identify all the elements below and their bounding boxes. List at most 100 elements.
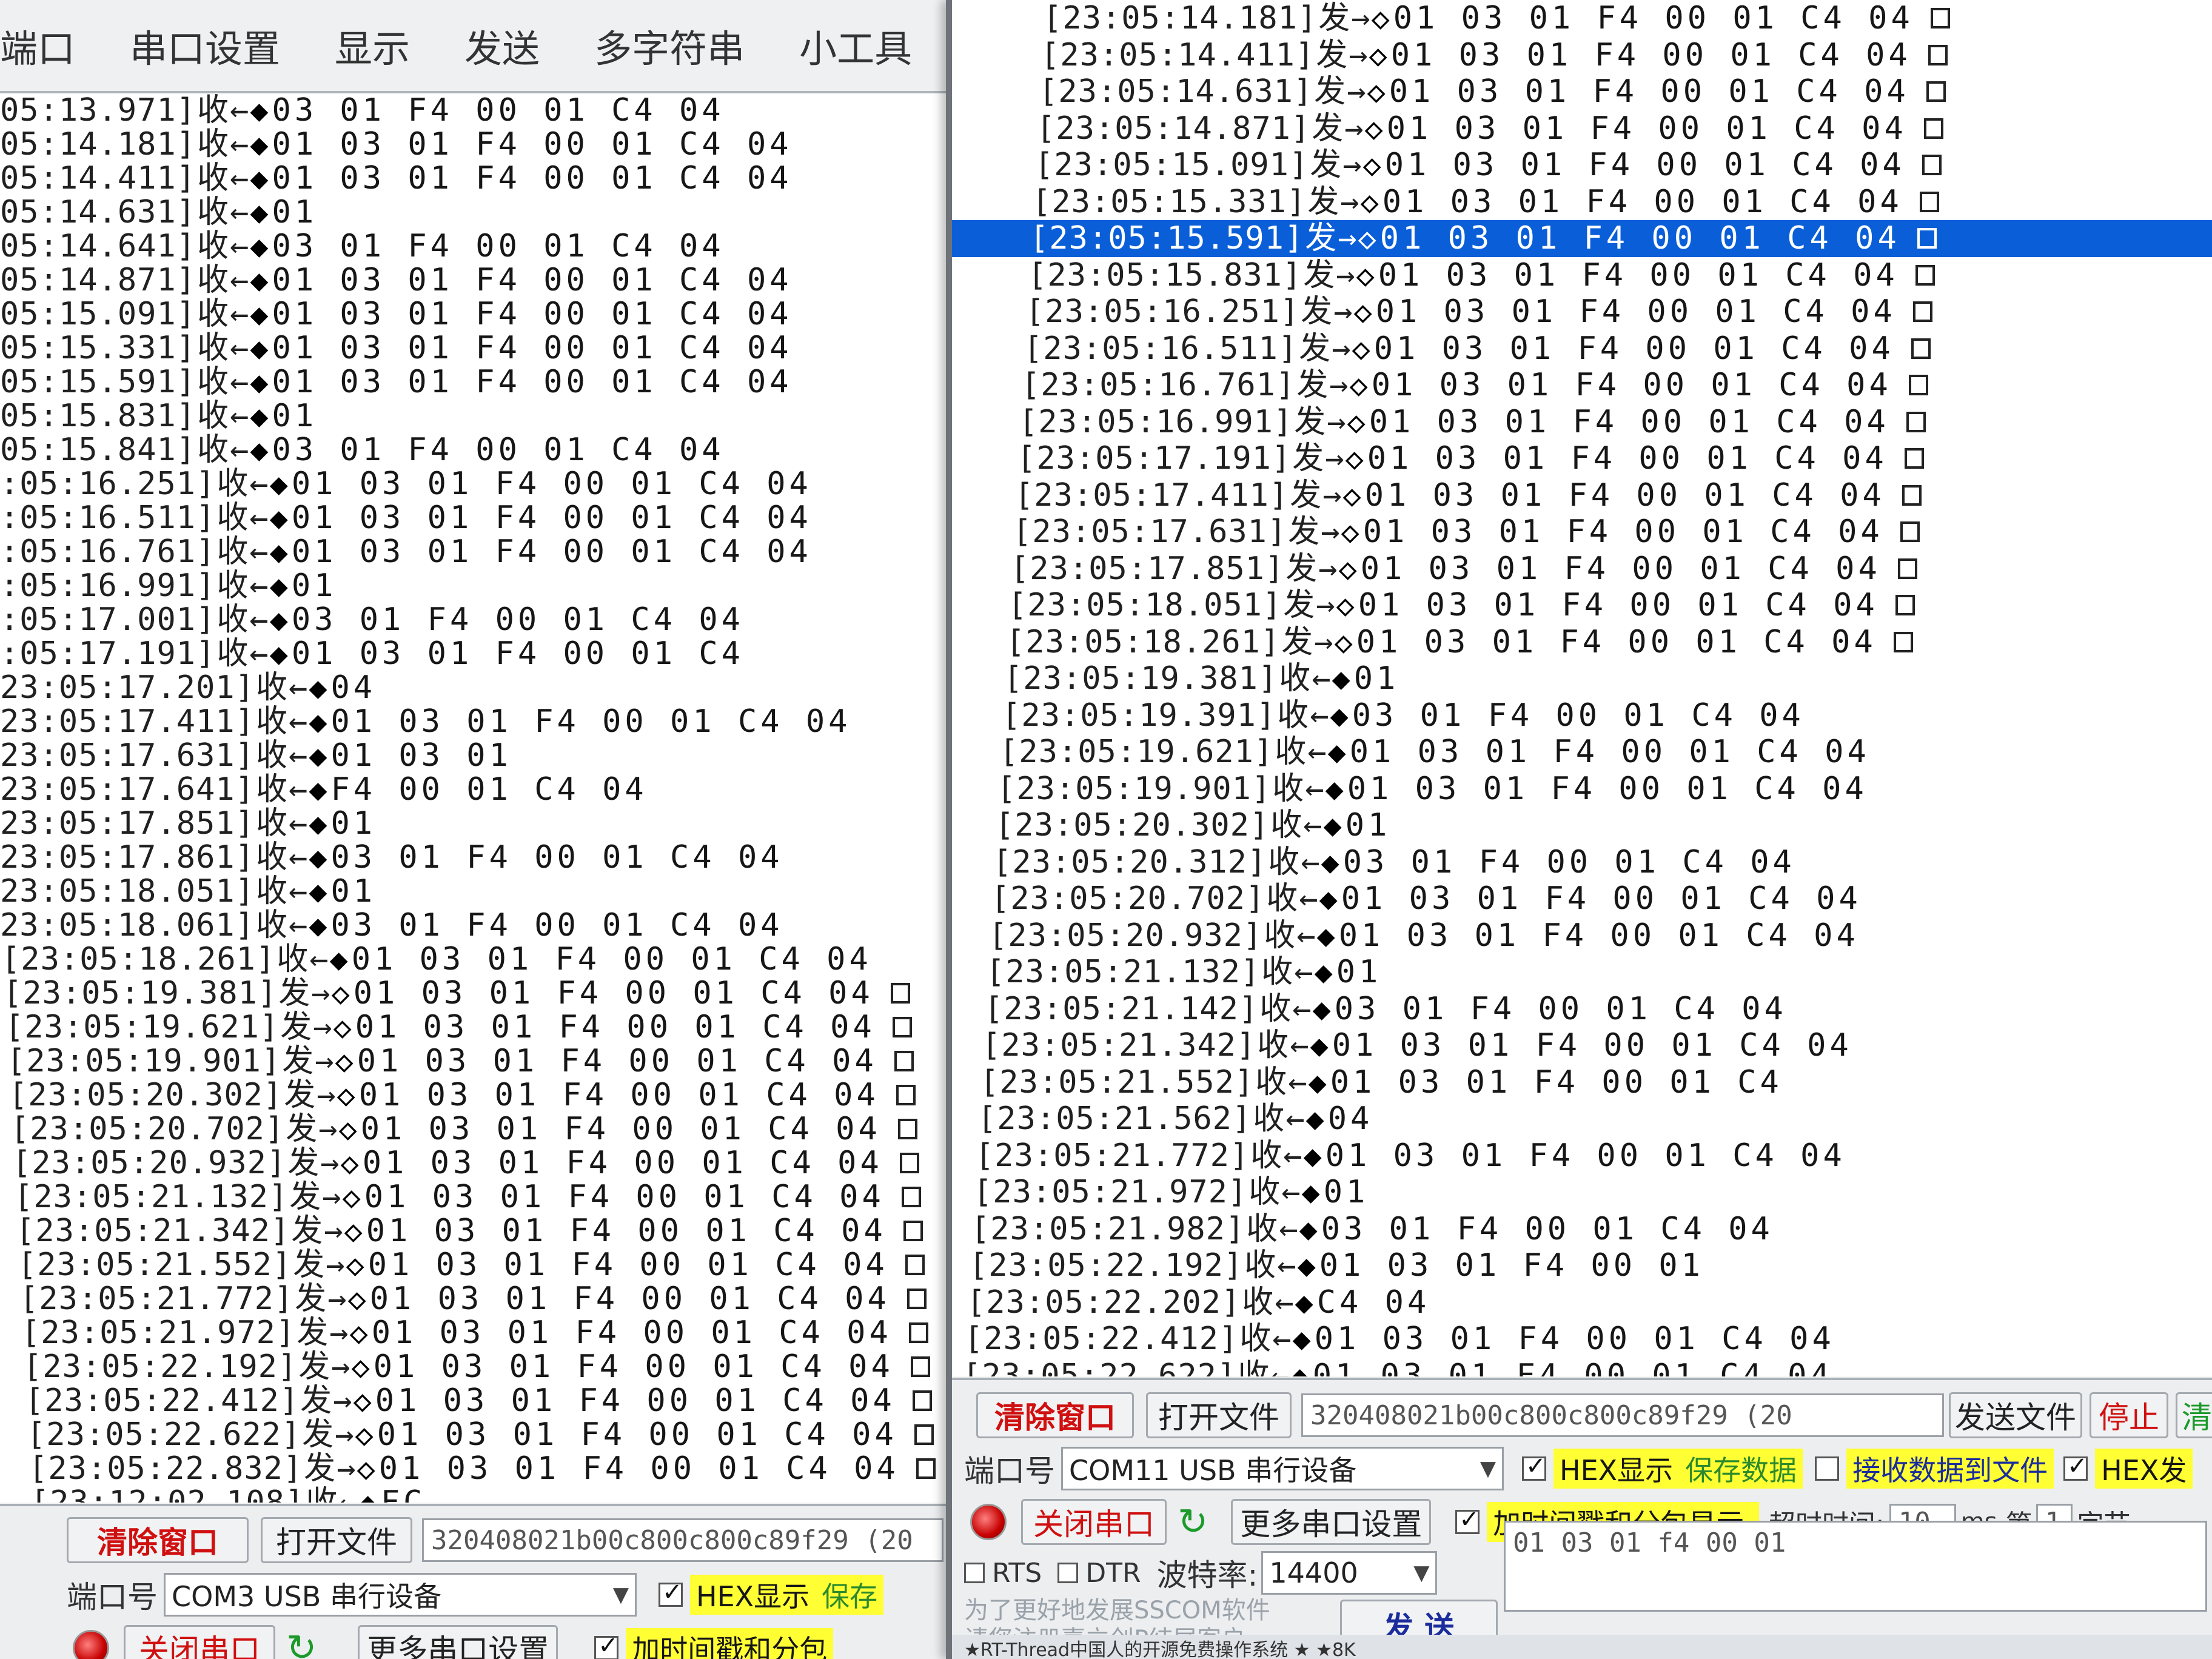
log-line[interactable]: 05:15.331] 收 ← ◆ 01 03 01 F4 00 01 C4 04 bbox=[0, 331, 982, 365]
log-line[interactable]: [23:05:21.132] 收 ← ◆ 01 bbox=[952, 954, 2212, 991]
clear-send-button[interactable]: 清发 bbox=[2176, 1392, 2212, 1438]
menu-port[interactable]: 端口 bbox=[0, 18, 75, 73]
file-path-field[interactable]: 320408021b00c800c800c89f29 (20 bbox=[422, 1518, 943, 1562]
log-line[interactable]: [23:05:15.331] 发 → ◇ 01 03 01 F4 00 01 C4 04 bbox=[952, 184, 2212, 221]
log-line[interactable]: [23:05:20.702] 发 → ◇ 01 03 01 F4 00 01 C4 04 bbox=[0, 1112, 982, 1146]
log-line[interactable]: :05:17.191] 收 ← ◆ 01 03 01 F4 00 01 C4 bbox=[0, 637, 982, 671]
log-line[interactable]: [23:05:15.831] 发 → ◇ 01 03 01 F4 00 01 C4 04 bbox=[952, 257, 2212, 294]
menu-tools[interactable]: 小工具 bbox=[799, 18, 912, 73]
log-line[interactable]: [23:05:16.511] 发 → ◇ 01 03 01 F4 00 01 C4 04 bbox=[952, 330, 2212, 367]
log-line[interactable]: [23:05:14.181] 发 → ◇ 01 03 01 F4 00 01 C4 04 bbox=[952, 0, 2212, 37]
log-checkbox[interactable] bbox=[1897, 558, 1917, 579]
log-line[interactable]: 05:14.631] 收 ← ◆ 01 bbox=[0, 195, 982, 229]
more-settings-button-right[interactable]: 更多串口设置 bbox=[1231, 1499, 1432, 1545]
baud-select[interactable]: 14400 ▼ bbox=[1261, 1551, 1438, 1595]
log-checkbox[interactable] bbox=[916, 1458, 936, 1479]
log-line[interactable]: 05:15.091] 收 ← ◆ 01 03 01 F4 00 01 C4 04 bbox=[0, 297, 982, 331]
log-line[interactable]: [23:05:20.702] 收 ← ◆ 01 03 01 F4 00 01 C4 04 bbox=[952, 880, 2212, 917]
log-checkbox[interactable] bbox=[892, 1017, 912, 1037]
file-path-field-right[interactable]: 320408021b00c800c800c89f29 (20 bbox=[1301, 1393, 1944, 1437]
log-line[interactable]: 23:05:17.411] 收 ← ◆ 01 03 01 F4 00 01 C4 04 bbox=[0, 705, 982, 739]
log-line[interactable]: [23:05:19.381] 发 → ◇ 01 03 01 F4 00 01 C4 04 bbox=[0, 976, 982, 1010]
receive-log[interactable]: 05:13.971] 收 ← ◆ 03 01 F4 00 01 C4 04 05:14.1… bbox=[0, 93, 982, 1503]
log-checkbox[interactable] bbox=[1908, 375, 1928, 396]
log-line[interactable]: [23:05:22.412] 收 ← ◆ 01 03 01 F4 00 01 C4 04 bbox=[952, 1321, 2212, 1358]
log-line[interactable]: [23:05:20.312] 收 ← ◆ 03 01 F4 00 01 C4 04 bbox=[952, 844, 2212, 881]
log-checkbox[interactable] bbox=[903, 1221, 923, 1241]
log-line[interactable]: [23:05:21.772] 发 → ◇ 01 03 01 F4 00 01 C4 04 bbox=[0, 1282, 982, 1316]
log-checkbox[interactable] bbox=[1923, 118, 1943, 139]
log-checkbox[interactable] bbox=[1926, 81, 1946, 102]
hex-send-checkbox[interactable] bbox=[2063, 1452, 2088, 1481]
log-checkbox[interactable] bbox=[1917, 228, 1937, 249]
log-line[interactable]: 23:05:17.201] 收 ← ◆ 04 bbox=[0, 671, 982, 705]
log-checkbox[interactable] bbox=[899, 1153, 919, 1173]
log-line[interactable]: 23:05:18.061] 收 ← ◆ 03 01 F4 00 01 C4 04 bbox=[0, 908, 982, 942]
more-settings-button[interactable]: 更多串口设置 bbox=[358, 1625, 558, 1659]
log-line[interactable]: [23:05:19.621] 收 ← ◆ 01 03 01 F4 00 01 C4 04 bbox=[952, 734, 2212, 771]
log-line[interactable]: [23:05:21.142] 收 ← ◆ 03 01 F4 00 01 C4 04 bbox=[952, 991, 2212, 1028]
receive-to-file-checkbox[interactable] bbox=[1815, 1456, 1840, 1481]
send-content-input[interactable]: 01 03 01 f4 00 01 bbox=[1504, 1521, 2207, 1612]
log-checkbox[interactable] bbox=[908, 1322, 928, 1343]
log-checkbox[interactable] bbox=[1919, 191, 1939, 212]
log-line[interactable]: :05:16.761] 收 ← ◆ 01 03 01 F4 00 01 C4 04 bbox=[0, 535, 982, 569]
log-line[interactable]: [23:05:18.261] 发 → ◇ 01 03 01 F4 00 01 C4 04 bbox=[952, 624, 2212, 661]
save-data-label-right[interactable]: 保存数据 bbox=[1679, 1449, 1803, 1489]
log-checkbox[interactable] bbox=[1928, 44, 1948, 65]
log-line[interactable]: [23:05:19.391] 收 ← ◆ 03 01 F4 00 01 C4 04 bbox=[952, 697, 2212, 734]
send-receive-log[interactable]: [23:05:14.181] 发 → ◇ 01 03 01 F4 00 01 C4 04… bbox=[952, 0, 2212, 1376]
open-file-button-right[interactable]: 打开文件 bbox=[1146, 1392, 1292, 1438]
timestamp-checkbox-right[interactable] bbox=[1455, 1506, 1480, 1534]
log-line[interactable]: [23:05:17.631] 发 → ◇ 01 03 01 F4 00 01 C4 04 bbox=[952, 514, 2212, 551]
log-line[interactable]: 05:14.181] 收 ← ◆ 01 03 01 F4 00 01 C4 04 bbox=[0, 127, 982, 161]
log-checkbox[interactable] bbox=[1912, 301, 1932, 323]
log-line[interactable]: 05:14.871] 收 ← ◆ 01 03 01 F4 00 01 C4 04 bbox=[0, 263, 982, 297]
log-checkbox[interactable] bbox=[890, 983, 910, 1004]
log-line[interactable]: [23:05:21.772] 收 ← ◆ 01 03 01 F4 00 01 C4 04 bbox=[952, 1138, 2212, 1175]
open-file-button[interactable]: 打开文件 bbox=[261, 1517, 412, 1563]
log-checkbox[interactable] bbox=[910, 1356, 930, 1377]
log-line[interactable]: [23:05:20.302] 收 ← ◆ 01 bbox=[952, 807, 2212, 844]
log-line[interactable]: [23:05:19.381] 收 ← ◆ 01 bbox=[952, 660, 2212, 697]
log-line[interactable]: 05:13.971] 收 ← ◆ 03 01 F4 00 01 C4 04 bbox=[0, 93, 982, 127]
log-line[interactable]: 05:14.411] 收 ← ◆ 01 03 01 F4 00 01 C4 04 bbox=[0, 161, 982, 195]
log-line[interactable]: [23:05:16.991] 发 → ◇ 01 03 01 F4 00 01 C4 04 bbox=[952, 404, 2212, 441]
log-line[interactable]: [23:05:18.051] 发 → ◇ 01 03 01 F4 00 01 C4 04 bbox=[952, 587, 2212, 624]
log-line[interactable]: [23:05:17.191] 发 → ◇ 01 03 01 F4 00 01 C4 04 bbox=[952, 440, 2212, 477]
log-line[interactable]: [23:05:21.972] 收 ← ◆ 01 bbox=[952, 1174, 2212, 1211]
log-line[interactable]: [23:05:15.591] 发 → ◇ 01 03 01 F4 00 01 C4 04 bbox=[952, 220, 2212, 257]
log-checkbox[interactable] bbox=[901, 1187, 921, 1207]
log-line[interactable]: [23:05:21.342] 收 ← ◆ 01 03 01 F4 00 01 C4 04 bbox=[952, 1027, 2212, 1064]
log-line[interactable]: [23:05:17.411] 发 → ◇ 01 03 01 F4 00 01 C4 04 bbox=[952, 477, 2212, 514]
log-line[interactable]: [23:05:22.622] 发 → ◇ 01 03 01 F4 00 01 C4 04 bbox=[0, 1418, 982, 1452]
rts-checkbox[interactable] bbox=[964, 1563, 985, 1583]
power-icon[interactable] bbox=[73, 1630, 109, 1659]
log-checkbox[interactable] bbox=[1906, 411, 1926, 432]
clear-window-button[interactable]: 清除窗口 bbox=[67, 1517, 249, 1563]
log-line[interactable]: :05:16.251] 收 ← ◆ 01 03 01 F4 00 01 C4 04 bbox=[0, 467, 982, 501]
log-line[interactable]: [23:05:14.411] 发 → ◇ 01 03 01 F4 00 01 C4 04 bbox=[952, 37, 2212, 74]
log-line[interactable]: :05:17.001] 收 ← ◆ 03 01 F4 00 01 C4 04 bbox=[0, 603, 982, 637]
save-data-label[interactable]: 保存 bbox=[816, 1575, 884, 1615]
power-icon[interactable] bbox=[970, 1504, 1007, 1540]
log-checkbox[interactable] bbox=[907, 1289, 927, 1309]
log-checkbox[interactable] bbox=[896, 1085, 916, 1105]
log-line[interactable]: [23:05:22.832] 发 → ◇ 01 03 01 F4 00 01 C4 04 bbox=[0, 1452, 982, 1486]
port-select-right[interactable]: COM11 USB 串行设备 ▼ bbox=[1061, 1447, 1504, 1490]
log-line[interactable]: [23:05:16.761] 发 → ◇ 01 03 01 F4 00 01 C4 04 bbox=[952, 367, 2212, 404]
log-line[interactable]: [23:05:21.342] 发 → ◇ 01 03 01 F4 00 01 C4 04 bbox=[0, 1214, 982, 1248]
close-port-button-right[interactable]: 关闭串口 bbox=[1021, 1499, 1167, 1545]
stop-button[interactable]: 停止 bbox=[2090, 1392, 2168, 1438]
log-line[interactable]: 23:05:18.051] 收 ← ◆ 01 bbox=[0, 874, 982, 908]
log-line[interactable]: [23:05:18.261] 收 ← ◆ 01 03 01 F4 00 01 C4 04 bbox=[0, 942, 982, 976]
log-line[interactable]: 23:05:17.851] 收 ← ◆ 01 bbox=[0, 806, 982, 840]
log-line[interactable]: [23:05:19.901] 发 → ◇ 01 03 01 F4 00 01 C4 04 bbox=[0, 1044, 982, 1078]
log-checkbox[interactable] bbox=[1904, 448, 1924, 469]
log-line[interactable]: :05:16.511] 收 ← ◆ 01 03 01 F4 00 01 C4 04 bbox=[0, 501, 982, 535]
log-line[interactable]: [23:05:20.932] 收 ← ◆ 01 03 01 F4 00 01 C4 04 bbox=[952, 917, 2212, 954]
port-select[interactable]: COM3 USB 串行设备 ▼ bbox=[164, 1573, 637, 1617]
log-checkbox[interactable] bbox=[914, 1424, 934, 1445]
news-ticker[interactable]: ★RT-Thread中国人的开源免费操作系统 ★ ★8K bbox=[952, 1635, 2212, 1659]
log-line[interactable]: 05:14.641] 收 ← ◆ 03 01 F4 00 01 C4 04 bbox=[0, 229, 982, 263]
